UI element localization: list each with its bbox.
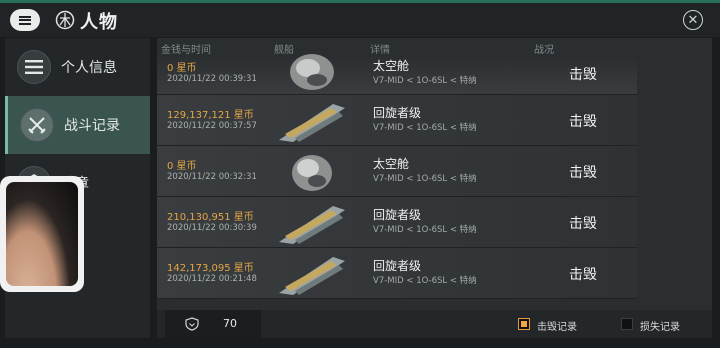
table-row[interactable]: 0 星币 2020/11/22 00:39:31 太空舱 V7-MID < 1O… bbox=[157, 54, 637, 95]
menu-list-icon bbox=[17, 50, 51, 84]
table-row[interactable]: 210,130,951 星币 2020/11/22 00:30:39 回旋者级 … bbox=[157, 197, 637, 248]
record-time: 2020/11/22 00:39:31 bbox=[167, 74, 257, 84]
shield-icon bbox=[185, 317, 199, 331]
record-time: 2020/11/22 00:30:39 bbox=[167, 223, 257, 233]
gyre-class-ship-icon bbox=[279, 104, 345, 142]
location: V7-MID < 1O-6SL < 特纳 bbox=[373, 174, 477, 184]
webcam-overlay bbox=[0, 176, 84, 292]
escape-pod-icon bbox=[292, 155, 332, 191]
escape-pod-icon bbox=[290, 54, 334, 90]
battle-result: 击毁 bbox=[569, 67, 597, 83]
money-value: 0 星币 bbox=[167, 161, 197, 172]
location: V7-MID < 1O-6SL < 特纳 bbox=[373, 76, 477, 86]
ship-name: 回旋者级 bbox=[373, 106, 422, 120]
battle-record-panel: 金钱与时间 舰船 详情 战况 0 星币 2020/11/22 00:39:31 … bbox=[157, 38, 712, 338]
crossed-swords-icon bbox=[20, 108, 54, 142]
close-button[interactable]: ✕ bbox=[683, 10, 703, 30]
kill-records-label[interactable]: 击毁记录 bbox=[537, 318, 577, 333]
location: V7-MID < 1O-6SL < 特纳 bbox=[373, 276, 477, 286]
table-row[interactable]: 142,173,095 星币 2020/11/22 00:21:48 回旋者级 … bbox=[157, 248, 637, 299]
battle-result: 击毁 bbox=[569, 114, 597, 130]
money-value: 142,173,095 星币 bbox=[167, 263, 254, 274]
gyre-class-ship-icon bbox=[279, 257, 345, 295]
sidebar-item-label: 战斗记录 bbox=[64, 118, 120, 134]
record-time: 2020/11/22 00:21:48 bbox=[167, 274, 257, 284]
column-headers: 金钱与时间 舰船 详情 战况 bbox=[157, 38, 712, 56]
menu-icon bbox=[19, 15, 31, 25]
menu-button[interactable] bbox=[10, 9, 40, 31]
kill-records-checkbox[interactable] bbox=[518, 318, 530, 330]
sidebar-item-profile[interactable]: 个人信息 bbox=[5, 38, 150, 96]
column-header-money-time: 金钱与时间 bbox=[161, 45, 211, 56]
location: V7-MID < 1O-6SL < 特纳 bbox=[373, 123, 477, 133]
character-emblem-icon bbox=[55, 10, 75, 30]
location: V7-MID < 1O-6SL < 特纳 bbox=[373, 225, 477, 235]
money-value: 129,137,121 星币 bbox=[167, 110, 254, 121]
ship-name: 太空舱 bbox=[373, 157, 410, 171]
record-count: 70 bbox=[223, 317, 237, 330]
money-value: 0 星币 bbox=[167, 63, 197, 74]
column-header-details: 详情 bbox=[370, 45, 390, 56]
table-row[interactable]: 129,137,121 星币 2020/11/22 00:37:57 回旋者级 … bbox=[157, 95, 637, 146]
battle-result: 击毁 bbox=[569, 216, 597, 232]
sidebar-item-label: 个人信息 bbox=[61, 60, 117, 76]
loss-records-label[interactable]: 损失记录 bbox=[640, 318, 680, 333]
ship-name: 回旋者级 bbox=[373, 208, 422, 222]
money-value: 210,130,951 星币 bbox=[167, 212, 254, 223]
close-icon: ✕ bbox=[687, 12, 699, 28]
record-count-box: 70 bbox=[165, 310, 261, 338]
record-time: 2020/11/22 00:37:57 bbox=[167, 121, 257, 131]
gyre-class-ship-icon bbox=[279, 206, 345, 244]
record-time: 2020/11/22 00:32:31 bbox=[167, 172, 257, 182]
page-title: 人物 bbox=[80, 12, 118, 33]
webcam-feed bbox=[6, 182, 78, 286]
ship-name: 回旋者级 bbox=[373, 259, 422, 273]
battle-result: 击毁 bbox=[569, 165, 597, 181]
column-header-battle: 战况 bbox=[534, 45, 554, 56]
table-row[interactable]: 0 星币 2020/11/22 00:32:31 太空舱 V7-MID < 1O… bbox=[157, 146, 637, 197]
title-bar: 人物 ✕ bbox=[0, 3, 720, 37]
sidebar-item-battle-records[interactable]: 战斗记录 bbox=[5, 96, 150, 154]
loss-records-checkbox[interactable] bbox=[621, 318, 633, 330]
record-footer: 70 击毁记录 损失记录 bbox=[157, 310, 712, 338]
ship-name: 太空舱 bbox=[373, 59, 410, 73]
battle-result: 击毁 bbox=[569, 267, 597, 283]
